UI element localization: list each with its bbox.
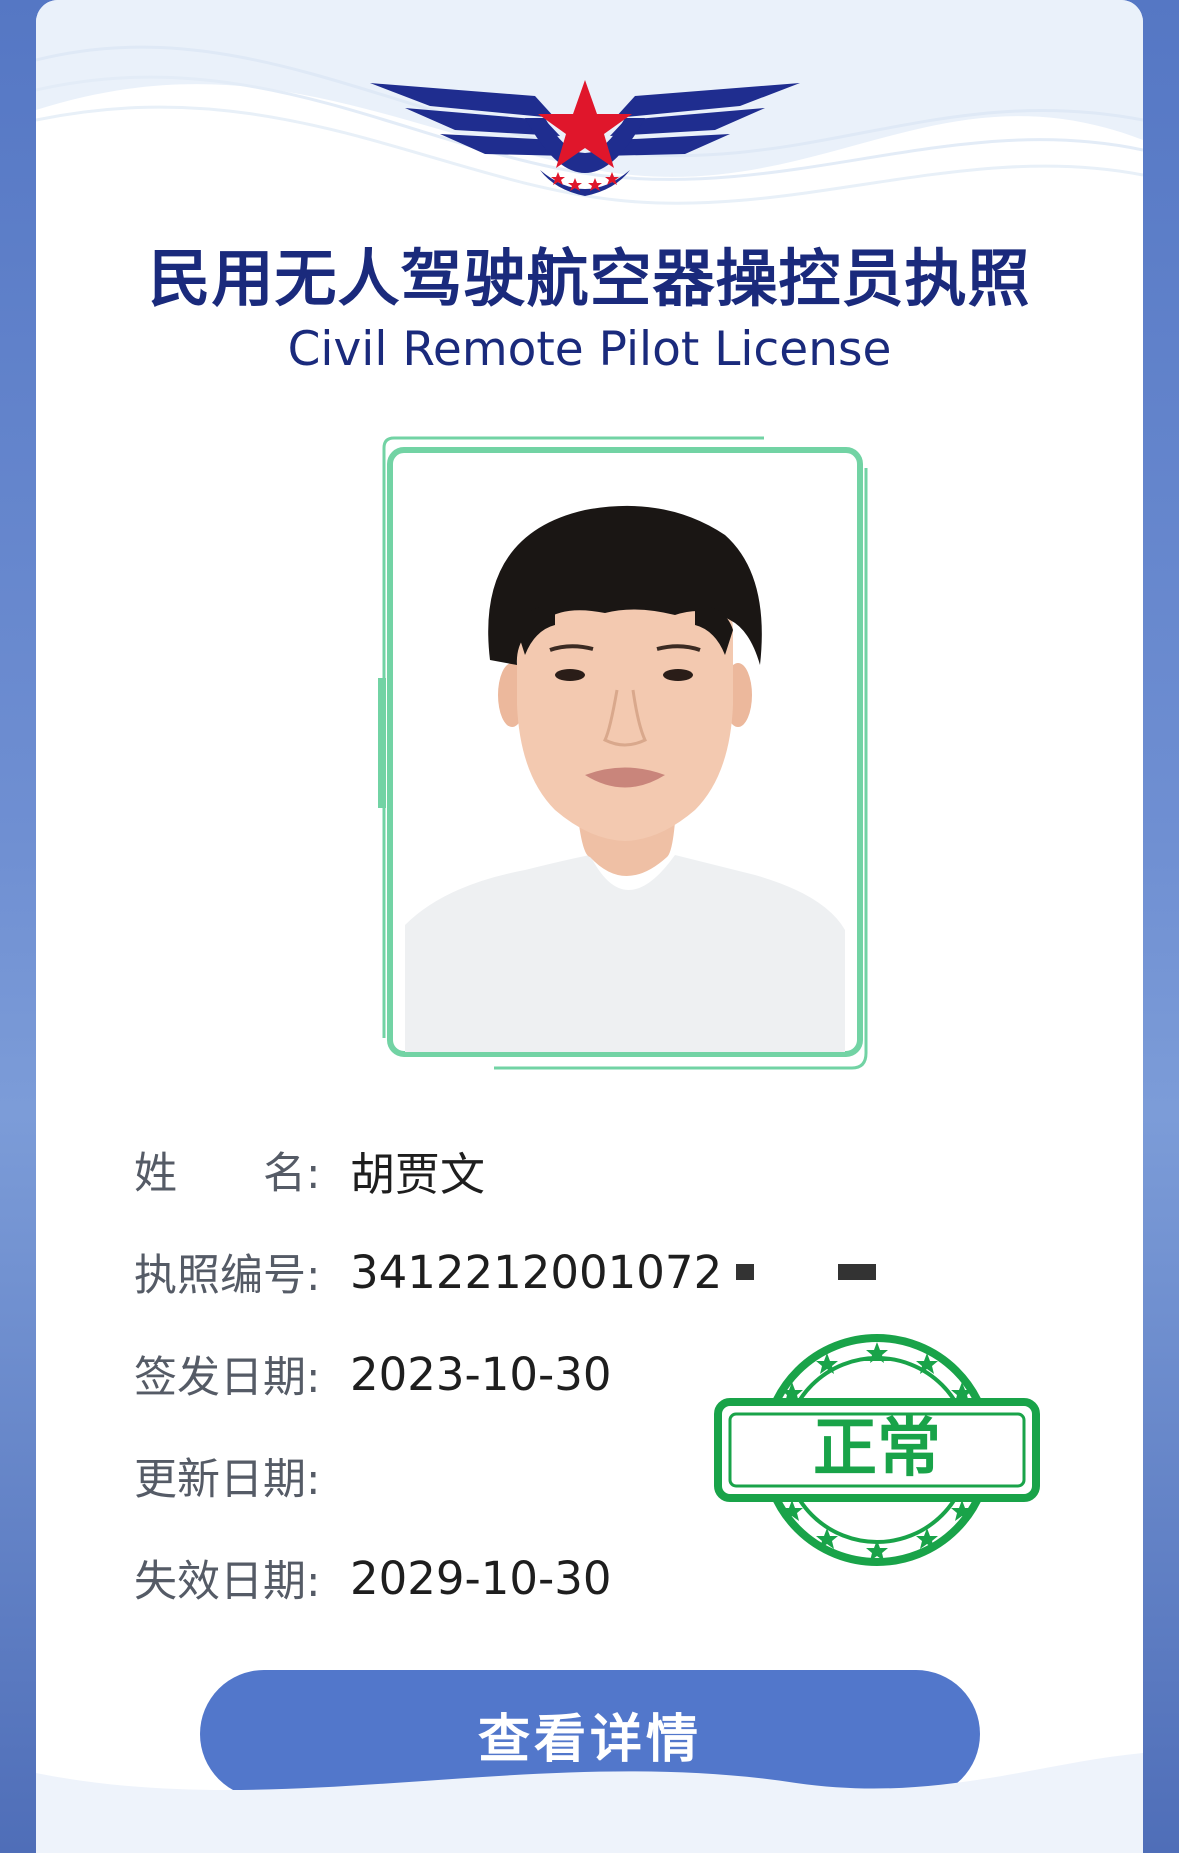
- field-label-renew-date: 更新日期:: [134, 1455, 321, 1505]
- field-row-issue-date: 签发日期: 2023-10-30: [134, 1344, 612, 1404]
- pilot-photo: [405, 455, 845, 1052]
- field-value-name: 胡贾文: [350, 1147, 486, 1201]
- redaction-mark: [838, 1264, 877, 1280]
- view-details-button[interactable]: 查看详情: [200, 1670, 980, 1798]
- field-value-issue-date: 2023-10-30: [350, 1347, 612, 1401]
- license-card: 民用无人驾驶航空器操控员执照 Civil Remote Pilot Licens…: [36, 0, 1143, 1853]
- field-label-expiry-date: 失效日期:: [134, 1557, 321, 1607]
- winged-star-emblem-icon: [370, 80, 800, 196]
- field-value-expiry-date: 2029-10-30: [350, 1551, 612, 1605]
- license-title-cn: 民用无人驾驶航空器操控员执照: [148, 242, 1031, 315]
- license-title-en: Civil Remote Pilot License: [287, 322, 892, 377]
- field-label-name: 姓 名:: [134, 1149, 321, 1199]
- field-row-expiry-date: 失效日期: 2029-10-30: [134, 1548, 612, 1608]
- status-stamp-text: 正常: [813, 1412, 941, 1486]
- field-label-license-number: 执照编号:: [134, 1251, 321, 1301]
- field-row-renew-date: 更新日期:: [134, 1446, 350, 1506]
- field-label-issue-date: 签发日期:: [134, 1353, 321, 1403]
- status-stamp-icon: 正常: [714, 1334, 1040, 1566]
- field-value-license-number: 3412212001072: [350, 1245, 723, 1299]
- field-row-name: 姓 名: 胡贾文: [134, 1140, 486, 1201]
- redaction-mark: [736, 1264, 755, 1280]
- photo-frame: [374, 428, 876, 1078]
- portrait-image: [405, 455, 845, 1052]
- field-row-license-number: 执照编号: 3412212001072: [134, 1242, 877, 1302]
